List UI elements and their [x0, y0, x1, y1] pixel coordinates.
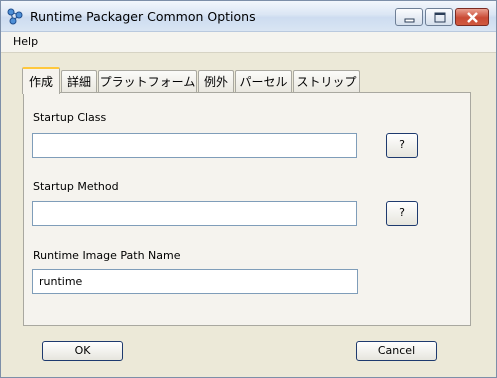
startup-method-label: Startup Method	[33, 180, 119, 193]
tab-platform[interactable]: プラットフォーム	[98, 70, 197, 93]
close-button[interactable]	[455, 8, 489, 26]
ok-button[interactable]: OK	[42, 341, 123, 361]
window-title: Runtime Packager Common Options	[30, 9, 256, 24]
tab-strip[interactable]: ストリップ	[293, 70, 360, 93]
minimize-button[interactable]	[395, 8, 423, 26]
network-icon	[7, 8, 23, 25]
tab-details[interactable]: 詳細	[61, 70, 97, 93]
tab-parcels[interactable]: パーセル	[235, 70, 292, 93]
menu-bar: Help	[1, 32, 496, 53]
tab-create[interactable]: 作成	[22, 67, 60, 94]
startup-method-input[interactable]	[32, 201, 357, 226]
tab-exceptions[interactable]: 例外	[198, 70, 234, 93]
title-bar[interactable]: Runtime Packager Common Options	[1, 1, 496, 32]
startup-method-help-button[interactable]: ?	[386, 201, 418, 226]
runtime-image-path-input[interactable]: runtime	[32, 269, 358, 294]
runtime-image-path-label: Runtime Image Path Name	[33, 249, 181, 262]
startup-class-input[interactable]	[32, 133, 357, 158]
close-icon	[467, 12, 478, 23]
startup-class-label: Startup Class	[33, 111, 107, 124]
menu-help[interactable]: Help	[13, 35, 38, 48]
maximize-icon	[434, 12, 446, 23]
cancel-button[interactable]: Cancel	[356, 341, 437, 361]
startup-class-help-button[interactable]: ?	[386, 133, 418, 158]
minimize-icon	[404, 18, 415, 23]
dialog-window: Runtime Packager Common Options Help 作成 …	[0, 0, 497, 378]
maximize-button[interactable]	[425, 8, 453, 26]
